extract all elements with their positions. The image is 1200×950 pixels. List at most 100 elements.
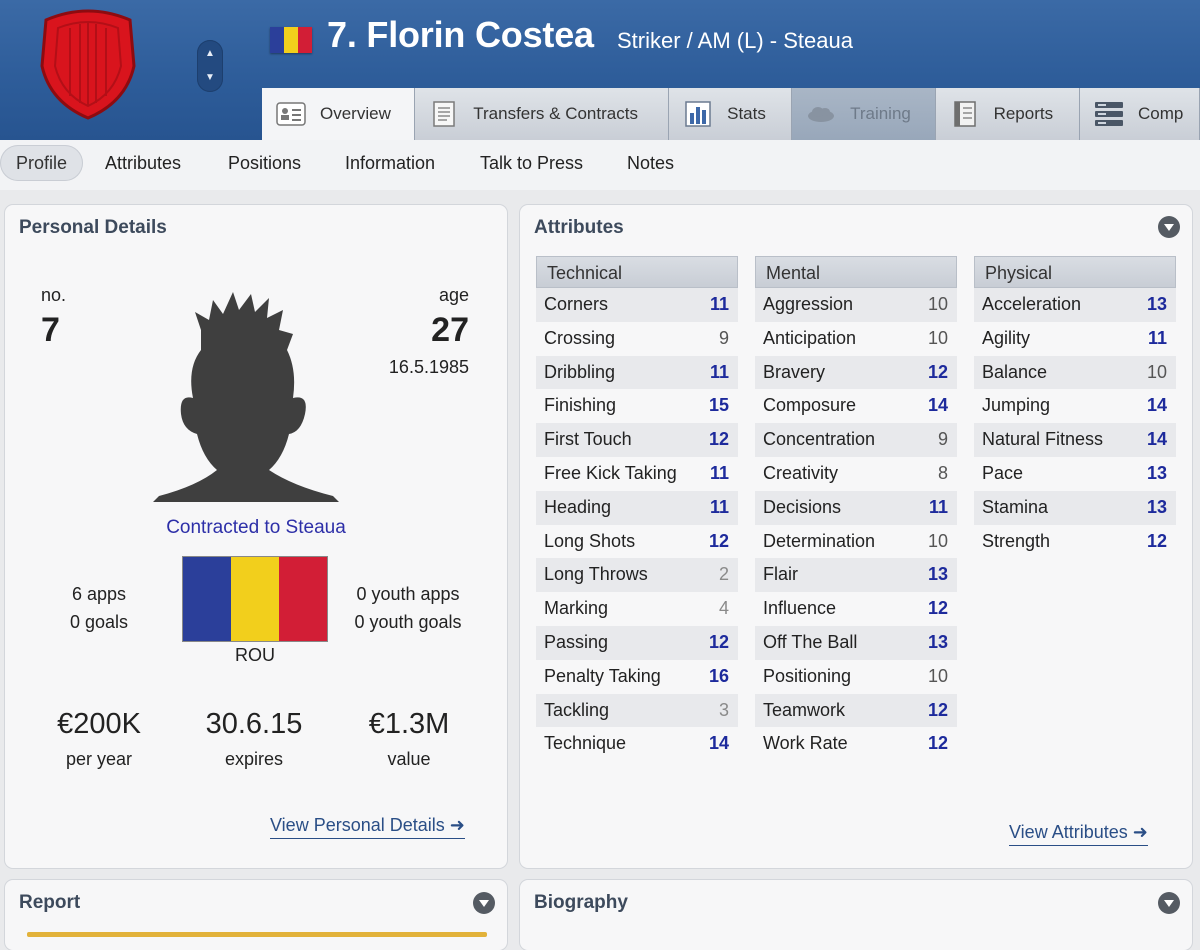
attribute-row[interactable]: Dribbling 11	[536, 355, 738, 390]
attribute-value: 12	[927, 733, 948, 754]
transfer-value-label: value	[387, 749, 431, 769]
collapse-icon[interactable]	[1158, 216, 1180, 238]
technical-rows: Corners 11 Crossing 9 Dribbling 11 Finishing 15…	[536, 288, 738, 761]
subnav-talk-to-press[interactable]: Talk to Press	[480, 145, 583, 181]
attribute-row[interactable]: Teamwork 12	[755, 693, 957, 728]
attribute-row[interactable]: Finishing 15	[536, 389, 738, 423]
physical-attributes-table: Physical Acceleration 13 Agility 11 Balance 1…	[974, 256, 1176, 558]
attribute-row[interactable]: Pace 13	[974, 457, 1176, 491]
tab-overview-label: Overview	[320, 104, 391, 123]
collapse-icon[interactable]	[1158, 892, 1180, 914]
collapse-icon[interactable]	[473, 892, 495, 914]
attribute-value: 13	[927, 631, 948, 652]
wage-label: per year	[65, 749, 133, 769]
attribute-name: Creativity	[763, 462, 839, 483]
attribute-row[interactable]: Determination 10	[755, 525, 957, 559]
attribute-row[interactable]: Natural Fitness 14	[974, 423, 1176, 457]
attribute-row[interactable]: Decisions 11	[755, 490, 957, 525]
subnav-profile[interactable]: Profile	[0, 145, 84, 181]
tab-transfers-contracts[interactable]: Transfers & Contracts	[415, 88, 670, 140]
attribute-row[interactable]: Corners 11	[536, 288, 738, 322]
attribute-name: Pace	[982, 462, 1024, 483]
attribute-name: Flair	[763, 564, 798, 585]
attribute-row[interactable]: Flair 13	[755, 558, 957, 593]
nationality-flag-icon	[270, 27, 312, 53]
previous-player-arrow-icon[interactable]: ▲	[197, 42, 223, 66]
attribute-row[interactable]: Long Shots 12	[536, 525, 738, 559]
attribute-row[interactable]: Heading 11	[536, 490, 738, 525]
attribute-name: Long Throws	[544, 564, 648, 585]
attribute-row[interactable]: Composure 14	[755, 389, 957, 423]
squad-number-label: no.	[41, 285, 67, 305]
attribute-value: 14	[1146, 429, 1167, 450]
view-personal-details-label: View Personal Details	[270, 815, 445, 835]
attribute-row[interactable]: Anticipation 10	[755, 322, 957, 356]
tab-overview[interactable]: Overview	[262, 88, 416, 140]
attribute-row[interactable]: Balance 10	[974, 355, 1176, 390]
attribute-row[interactable]: Jumping 14	[974, 389, 1176, 423]
attribute-row[interactable]: Passing 12	[536, 625, 738, 660]
attribute-row[interactable]: Influence 12	[755, 592, 957, 626]
report-title: Report	[19, 892, 81, 913]
attribute-row[interactable]: Positioning 10	[755, 660, 957, 694]
attribute-name: Natural Fitness	[982, 429, 1104, 450]
date-of-birth: 16.5.1985	[388, 357, 469, 377]
attribute-row[interactable]: Acceleration 13	[974, 288, 1176, 322]
attribute-value: 10	[927, 294, 948, 314]
attribute-row[interactable]: Long Throws 2	[536, 558, 738, 593]
attribute-value: 10	[927, 327, 948, 348]
attribute-row[interactable]: Stamina 13	[974, 490, 1176, 525]
attribute-row[interactable]: First Touch 12	[536, 423, 738, 457]
attribute-row[interactable]: Creativity 8	[755, 457, 957, 491]
main-tab-bar: Overview Transfers & Contracts Stats Tra…	[262, 88, 1200, 140]
attribute-row[interactable]: Technique 14	[536, 727, 738, 761]
tab-comparison[interactable]: Comp	[1080, 88, 1200, 140]
attribute-row[interactable]: Crossing 9	[536, 322, 738, 356]
bar-chart-icon	[683, 101, 713, 127]
contracted-club-link[interactable]: Contracted to Steaua	[5, 517, 507, 539]
view-personal-details-link[interactable]: View Personal Details ➜	[270, 815, 465, 839]
tab-training[interactable]: Training	[792, 88, 936, 140]
tab-reports[interactable]: Reports	[935, 88, 1081, 140]
attribute-value: 10	[927, 530, 948, 551]
attribute-name: Long Shots	[544, 530, 636, 551]
view-attributes-link[interactable]: View Attributes ➜	[1009, 822, 1148, 846]
tab-stats[interactable]: Stats	[669, 88, 793, 140]
attribute-name: Determination	[763, 530, 876, 551]
attribute-row[interactable]: Concentration 9	[755, 423, 957, 457]
subnav-notes[interactable]: Notes	[627, 145, 674, 181]
document-icon	[429, 101, 459, 127]
attribute-name: Concentration	[763, 429, 876, 450]
youth-apps-count: 0 youth apps	[356, 584, 460, 604]
attribute-row[interactable]: Marking 4	[536, 592, 738, 626]
attribute-row[interactable]: Off The Ball 13	[755, 625, 957, 660]
transfer-value: €1.3M	[368, 708, 450, 740]
report-icon	[950, 101, 980, 127]
attribute-name: Positioning	[763, 665, 852, 686]
attribute-value: 11	[928, 496, 948, 517]
attribute-row[interactable]: Strength 12	[974, 525, 1176, 559]
subnav-attributes[interactable]: Attributes	[105, 145, 181, 181]
attribute-row[interactable]: Agility 11	[974, 322, 1176, 356]
subnav-information[interactable]: Information	[345, 145, 435, 181]
goals-count: 0 goals	[69, 612, 129, 632]
romania-flag-icon	[183, 557, 327, 641]
attribute-row[interactable]: Aggression 10	[755, 288, 957, 322]
attribute-name: Finishing	[544, 395, 617, 416]
attribute-value: 16	[708, 665, 729, 686]
attribute-name: Agility	[982, 327, 1031, 348]
tab-transfers-label: Transfers & Contracts	[473, 104, 638, 123]
attribute-row[interactable]: Tackling 3	[536, 693, 738, 728]
attribute-row[interactable]: Free Kick Taking 11	[536, 457, 738, 491]
attribute-row[interactable]: Penalty Taking 16	[536, 660, 738, 694]
next-player-arrow-icon[interactable]: ▼	[197, 66, 223, 90]
mental-header: Mental	[755, 256, 957, 288]
subnav-positions[interactable]: Positions	[228, 145, 301, 181]
physical-rows: Acceleration 13 Agility 11 Balance 10 Jumping 1…	[974, 288, 1176, 558]
attribute-row[interactable]: Bravery 12	[755, 355, 957, 390]
attribute-row[interactable]: Work Rate 12	[755, 727, 957, 761]
attribute-value: 15	[708, 395, 729, 416]
attribute-name: Crossing	[544, 327, 616, 348]
attribute-name: Dribbling	[544, 361, 616, 382]
attribute-name: Strength	[982, 530, 1051, 551]
